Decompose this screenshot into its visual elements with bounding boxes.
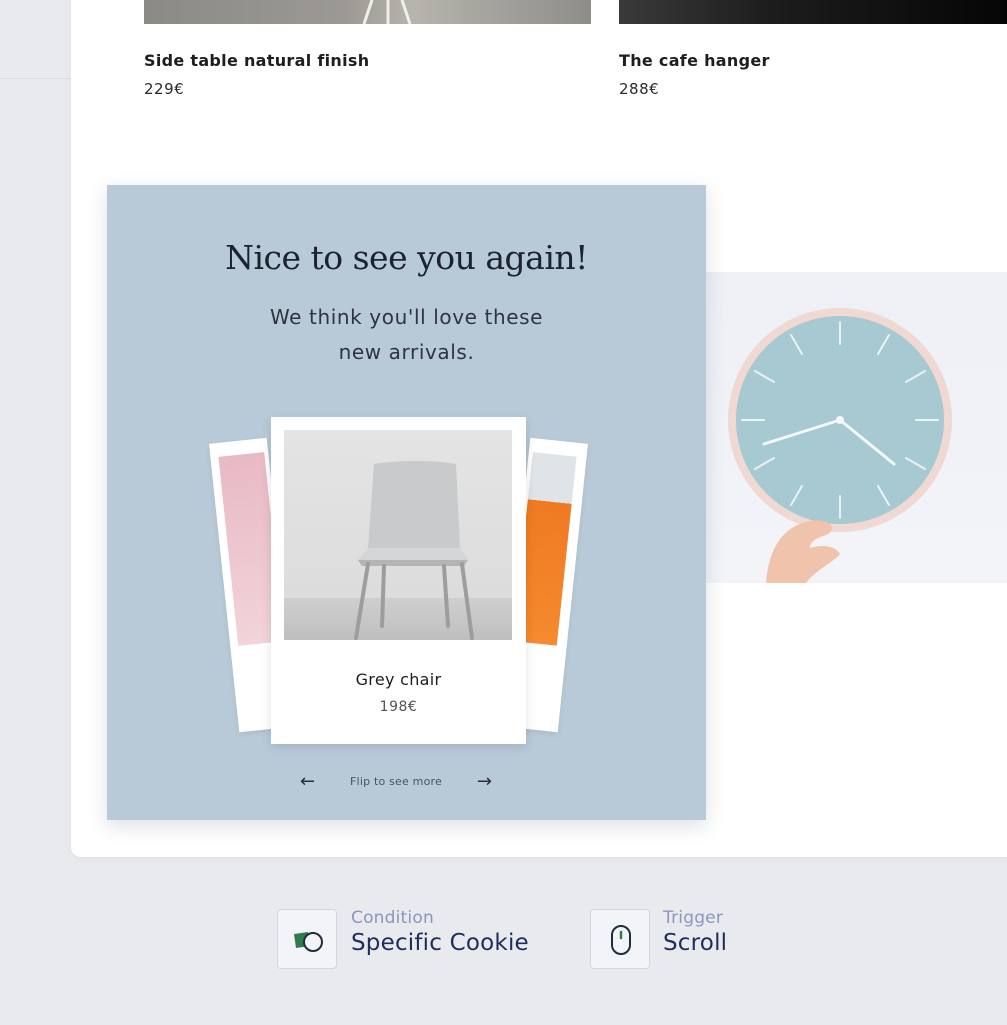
trigger-value: Scroll xyxy=(663,930,728,956)
carousel-nav: ← Flip to see more → xyxy=(300,771,492,793)
product-image-cafe-hanger[interactable] xyxy=(619,0,1007,24)
mouse-icon xyxy=(611,925,631,955)
product-price: 288€ xyxy=(619,80,660,98)
product-name[interactable]: Side table natural finish xyxy=(144,51,369,70)
condition-icon-box xyxy=(277,909,337,969)
condition-label: Condition xyxy=(351,908,434,928)
trigger-label: Trigger xyxy=(663,908,724,928)
popup-subtitle: We think you'll love these new arrivals. xyxy=(107,300,706,370)
trigger-icon-box xyxy=(590,909,650,969)
popup-title: Nice to see you again! xyxy=(225,238,588,277)
chair-image xyxy=(284,430,512,640)
product-name[interactable]: The cafe hanger xyxy=(619,51,770,70)
flip-hint-label: Flip to see more xyxy=(350,775,442,788)
carousel-card-active[interactable]: Grey chair 198€ xyxy=(271,417,526,744)
popup-subtitle-line: new arrivals. xyxy=(338,340,475,364)
product-card-name: Grey chair xyxy=(355,670,442,689)
clock-product-image[interactable] xyxy=(706,272,1007,583)
arrow-right-icon[interactable]: → xyxy=(477,771,492,793)
clock-illustration xyxy=(728,308,952,583)
product-card-price: 198€ xyxy=(379,699,418,715)
product-price: 229€ xyxy=(144,80,185,98)
sidebar-divider xyxy=(0,78,72,79)
cookie-icon xyxy=(294,932,323,952)
product-image-side-table[interactable] xyxy=(144,0,591,24)
popup-subtitle-line: We think you'll love these xyxy=(269,305,544,329)
condition-value: Specific Cookie xyxy=(351,930,529,956)
arrow-left-icon[interactable]: ← xyxy=(300,771,315,793)
